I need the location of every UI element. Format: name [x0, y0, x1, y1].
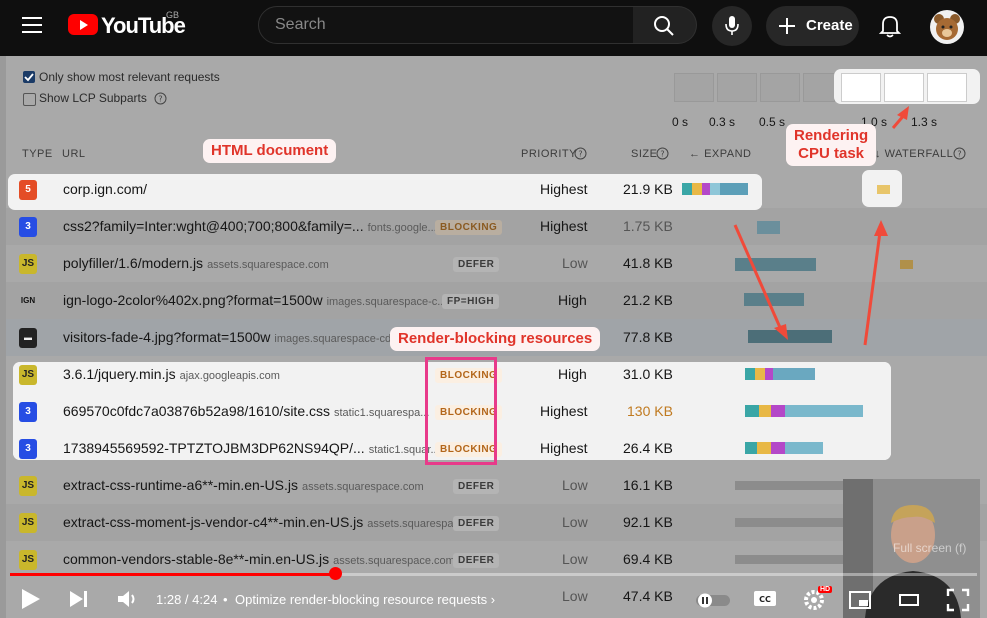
chevron-right-icon: ›	[490, 592, 496, 607]
progress-bar[interactable]	[10, 573, 977, 576]
svg-text:CC: CC	[759, 595, 771, 604]
play-icon[interactable]	[20, 587, 42, 611]
fullscreen-tooltip: Full screen (f)	[893, 541, 967, 555]
chapter-title: Optimize render-blocking resource reques…	[235, 592, 488, 607]
next-icon[interactable]	[68, 589, 90, 609]
chapter-title-button[interactable]: Optimize render-blocking resource reques…	[235, 592, 495, 607]
theater-mode-icon[interactable]	[898, 590, 922, 610]
autoplay-toggle-icon[interactable]	[696, 592, 732, 608]
hd-badge: HD	[818, 586, 833, 593]
volume-icon[interactable]	[116, 588, 140, 610]
chapter-separator: •	[223, 592, 228, 607]
scrubber-handle[interactable]	[329, 567, 342, 580]
miniplayer-icon[interactable]	[848, 590, 874, 610]
time-display: 1:28 / 4:24	[156, 592, 218, 607]
fullscreen-icon[interactable]	[946, 588, 970, 612]
annotation-arrows	[733, 106, 909, 346]
progress-played	[10, 573, 336, 576]
captions-icon[interactable]: CC	[753, 589, 779, 609]
